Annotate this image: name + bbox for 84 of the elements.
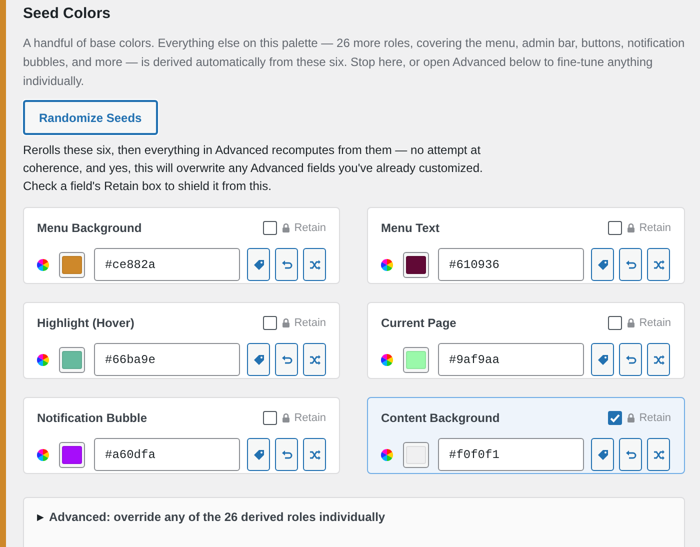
retain-label: Retain — [639, 222, 671, 234]
retain-label: Retain — [639, 317, 671, 329]
color-swatch[interactable] — [59, 252, 85, 278]
seed-label: Content Background — [381, 411, 501, 425]
shuffle-button[interactable] — [647, 343, 670, 376]
lock-icon — [627, 223, 636, 233]
retain-label: Retain — [294, 412, 326, 424]
shuffle-button[interactable] — [647, 248, 670, 281]
advanced-toggle[interactable]: Advanced: override any of the 26 derived roles individually — [49, 510, 386, 524]
randomize-button[interactable]: Randomize Seeds — [23, 100, 158, 135]
hex-input[interactable]: #610936 — [438, 248, 584, 281]
lock-icon — [627, 413, 636, 423]
randomize-note: Rerolls these six, then everything in Advanced recomputes from them — no attempt at coherence, and yes, this will overwrite any Advanced fields you've already customized. Check a field's Retain box to shield it from this. — [23, 142, 484, 195]
seed-label: Menu Background — [37, 221, 143, 235]
undo-icon — [624, 448, 636, 460]
hex-input[interactable]: #66ba9e — [94, 343, 240, 376]
hex-input[interactable]: #9af9aa — [438, 343, 584, 376]
shuffle-button[interactable] — [303, 438, 326, 471]
tag-button[interactable] — [591, 343, 614, 376]
shuffle-icon — [308, 354, 320, 366]
tag-icon — [596, 448, 608, 460]
retain-checkbox[interactable] — [608, 221, 622, 235]
retain-checkbox[interactable] — [263, 316, 278, 330]
lock-icon — [627, 318, 636, 328]
reset-button[interactable] — [619, 343, 642, 376]
hex-input[interactable]: #f0f0f1 — [438, 438, 584, 471]
reset-button[interactable] — [275, 438, 298, 471]
shuffle-button[interactable] — [303, 343, 326, 376]
tag-icon — [252, 448, 264, 460]
color-swatch[interactable] — [403, 252, 429, 278]
color-wheel-icon[interactable] — [37, 448, 49, 460]
undo-icon — [280, 448, 292, 460]
shuffle-button[interactable] — [303, 248, 326, 281]
retain-label: Retain — [294, 222, 326, 234]
retain-checkbox[interactable] — [263, 221, 278, 235]
retain-checkbox[interactable] — [608, 411, 622, 425]
section-title: Seed Colors — [23, 5, 112, 22]
seed-label: Menu Text — [381, 221, 440, 235]
color-wheel-icon[interactable] — [381, 448, 393, 460]
color-wheel-icon[interactable] — [37, 258, 49, 270]
reset-button[interactable] — [275, 343, 298, 376]
tag-icon — [252, 354, 264, 366]
color-wheel-icon[interactable] — [381, 354, 393, 366]
lock-icon — [282, 413, 290, 423]
tag-button[interactable] — [247, 248, 270, 281]
retain-label: Retain — [294, 317, 326, 329]
reset-button[interactable] — [619, 248, 642, 281]
color-swatch[interactable] — [403, 442, 429, 468]
expand-marker[interactable]: ▶ — [37, 512, 44, 522]
shuffle-icon — [308, 448, 320, 460]
reset-button[interactable] — [619, 438, 642, 471]
retain-checkbox[interactable] — [263, 411, 278, 425]
shuffle-button[interactable] — [647, 438, 670, 471]
shuffle-icon — [308, 258, 320, 270]
lock-icon — [282, 223, 290, 233]
tag-button[interactable] — [247, 343, 270, 376]
undo-icon — [624, 258, 636, 270]
tag-button[interactable] — [247, 438, 270, 471]
tag-icon — [596, 354, 608, 366]
shuffle-icon — [652, 448, 664, 460]
lock-icon — [282, 318, 290, 328]
shuffle-icon — [652, 354, 664, 366]
color-swatch[interactable] — [59, 346, 85, 372]
color-swatch[interactable] — [59, 442, 85, 468]
tag-button[interactable] — [591, 248, 614, 281]
tag-icon — [252, 258, 264, 270]
color-wheel-icon[interactable] — [381, 258, 393, 270]
reset-button[interactable] — [275, 248, 298, 281]
tag-button[interactable] — [591, 438, 614, 471]
hex-input[interactable]: #ce882a — [94, 248, 240, 281]
color-wheel-icon[interactable] — [37, 354, 49, 366]
shuffle-icon — [652, 258, 664, 270]
seed-label: Highlight (Hover) — [37, 316, 136, 330]
seed-label: Notification Bubble — [37, 411, 148, 425]
color-swatch[interactable] — [403, 346, 429, 372]
hex-input[interactable]: #a60dfa — [94, 438, 240, 471]
retain-checkbox[interactable] — [608, 316, 622, 330]
section-description: A handful of base colors. Everything else on this palette — 26 more roles, covering the menu, admin bar, buttons, notification bubbles, and more — is derived automatically from these six. Stop here, or open Advanced below to fine-tune anything individually. — [23, 35, 685, 90]
retain-label: Retain — [639, 412, 671, 424]
undo-icon — [280, 258, 292, 270]
undo-icon — [624, 354, 636, 366]
seed-label: Current Page — [381, 316, 458, 330]
undo-icon — [280, 354, 292, 366]
tag-icon — [596, 258, 608, 270]
